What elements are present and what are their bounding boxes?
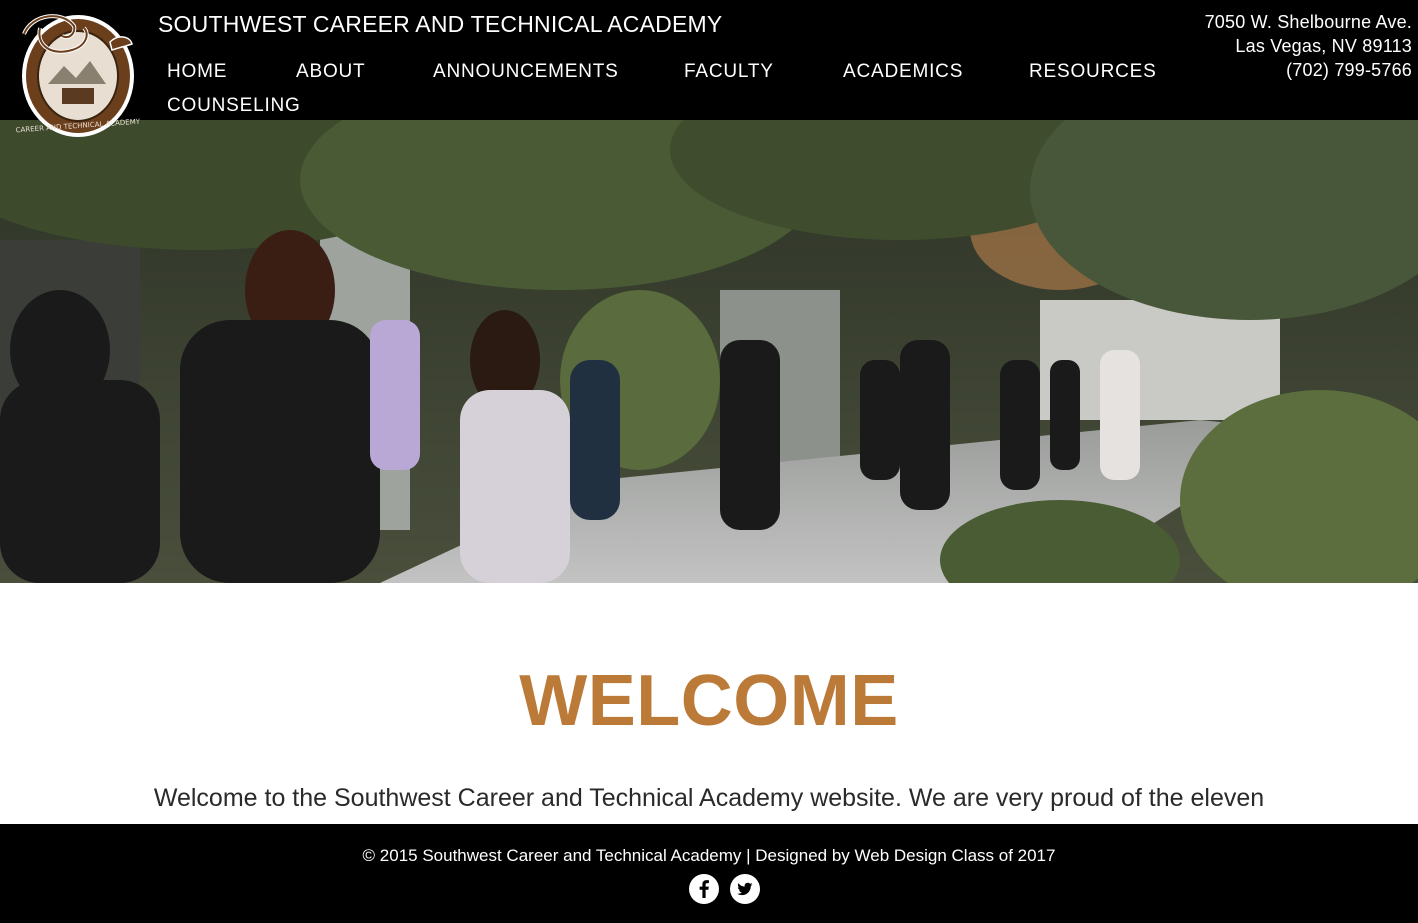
hero-image (0, 120, 1418, 583)
welcome-heading: WELCOME (519, 661, 899, 741)
nav-resources[interactable]: RESOURCES (1029, 61, 1157, 83)
nav-counseling[interactable]: COUNSELING (167, 95, 301, 117)
site-footer: © 2015 Southwest Career and Technical Ac… (0, 824, 1418, 923)
site-header: HOME ABOUT ANNOUNCEMENTS FACULTY ACADEMI… (0, 0, 1418, 120)
site-title[interactable]: SOUTHWEST CAREER AND TECHNICAL ACADEMY (158, 11, 722, 38)
facebook-icon[interactable] (689, 874, 719, 904)
nav-home[interactable]: HOME (167, 61, 227, 83)
address-city: Las Vegas, NV 89113 (1235, 36, 1412, 56)
welcome-paragraph: Welcome to the Southwest Career and Tech… (153, 784, 1265, 812)
nav-faculty[interactable]: FACULTY (684, 61, 774, 83)
phone-number: (702) 799-5766 (1286, 60, 1412, 80)
school-address: 7050 W. Shelbourne Ave. Las Vegas, NV 89… (1205, 10, 1412, 82)
address-street: 7050 W. Shelbourne Ave. (1204, 12, 1412, 32)
nav-academics[interactable]: ACADEMICS (843, 61, 963, 83)
copyright-text: © 2015 Southwest Career and Technical Ac… (362, 846, 1056, 865)
nav-about[interactable]: ABOUT (296, 61, 365, 83)
school-crest-logo[interactable]: CAREER AND TECHNICAL ACADEMY (14, 6, 142, 140)
twitter-icon[interactable] (730, 874, 760, 904)
page: HOME ABOUT ANNOUNCEMENTS FACULTY ACADEMI… (0, 0, 1418, 923)
nav-announcements[interactable]: ANNOUNCEMENTS (433, 61, 619, 83)
